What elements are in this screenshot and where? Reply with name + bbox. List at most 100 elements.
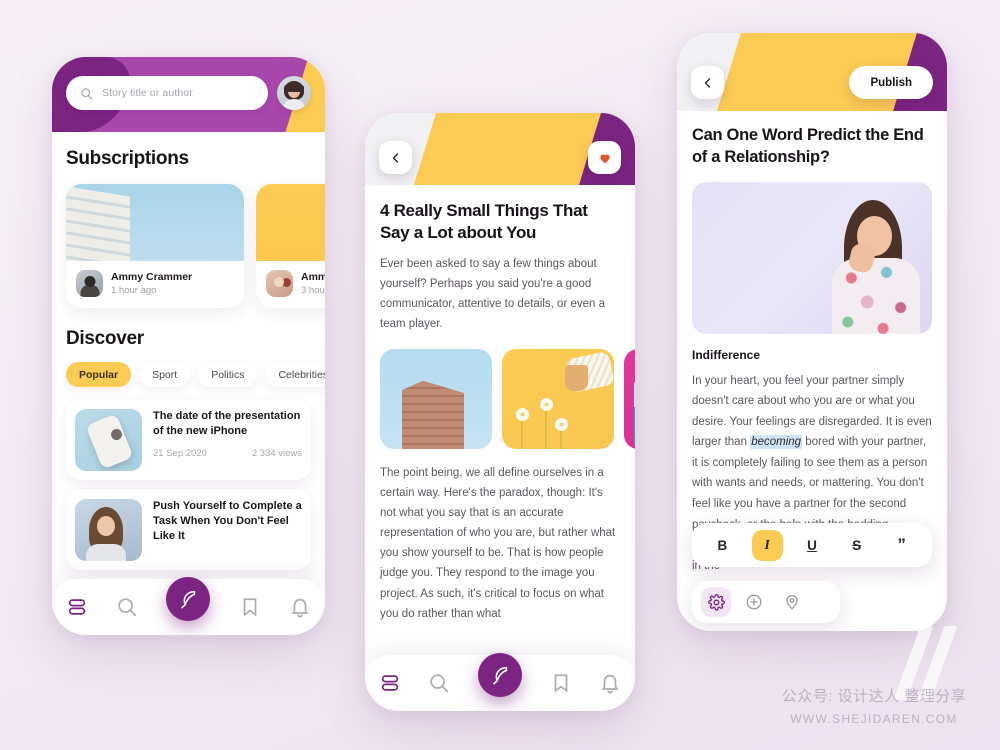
gear-icon [707,593,725,611]
formatting-toolbar: B I U S ” [692,523,932,567]
compose-button[interactable] [477,653,522,697]
watermark-slash [893,626,934,700]
gallery-image-pink[interactable] [624,348,635,449]
post-time: 3 hour [301,285,325,296]
chevron-left-icon [392,152,398,163]
gallery-image-daisies[interactable] [502,348,614,449]
article-list: The date of the presentation of the new … [66,400,311,570]
article-title: Push Yourself to Complete a Task When Yo… [153,500,302,543]
heart-icon [599,154,610,163]
article-lead: Ever been asked to say a few things abou… [380,258,606,330]
daisy-shape [516,407,529,421]
back-button[interactable] [379,141,412,174]
tab-politics[interactable]: Politics [198,362,258,387]
phone-shape [85,413,134,470]
quill-pen-icon [493,666,508,685]
daisy-shape [555,417,568,431]
phone-mockup-article: 4 Really Small Things That Say a Lot abo… [365,113,635,711]
avatar-fringe [284,83,304,93]
discover-title: Discover [66,328,144,349]
subscription-thumbnail-building [66,184,244,261]
subscription-card[interactable]: Ammy Crammer 1 hour ago [66,184,244,308]
gallery-image-flatiron[interactable] [380,348,492,449]
watermark-chinese: 公众号: 设计达人 整理分享 [781,688,967,705]
article-paragraph: The point being, we all define ourselves… [380,466,616,620]
settings-button[interactable] [701,587,731,617]
subscription-meta: Ammy 3 hour [256,261,325,308]
cup-shape [565,364,588,391]
plus-circle-icon [746,594,762,610]
top-shape [85,544,126,561]
bell-icon[interactable] [289,596,311,618]
watermark-url: WWW.SHEJIDAREN.COM [790,712,958,726]
highlighted-word[interactable]: becoming [750,435,803,450]
feed-icon[interactable] [66,596,88,618]
article-gallery [380,348,635,449]
author-name: Ammy [301,271,325,283]
bell-icon[interactable] [599,672,621,694]
location-button[interactable] [777,587,807,617]
post-time: 1 hour ago [111,285,157,296]
search-placeholder: Story title or author [102,87,193,99]
editor-title[interactable]: Can One Word Predict the End of a Relati… [692,125,932,169]
add-button[interactable] [739,587,769,617]
compose-button[interactable] [166,577,211,621]
phone-mockup-feed: Story title or author Subscriptions Ammy… [52,57,325,635]
article-thumbnail-iphone [75,409,142,471]
building-shape [66,185,130,261]
search-icon[interactable] [116,596,138,618]
tab-sport[interactable]: Sport [139,362,191,387]
search-icon [81,87,93,99]
avatar[interactable] [277,76,311,110]
author-avatar [76,270,103,297]
italic-button[interactable]: I [751,529,783,561]
tab-popular[interactable]: Popular [66,362,132,387]
bookmark-icon[interactable] [550,672,572,694]
floral-dress-shape [832,257,920,334]
insert-toolbar [692,581,840,623]
daisy-shape [540,397,553,411]
subscription-meta: Ammy Crammer 1 hour ago [66,261,244,308]
favorite-button[interactable] [588,141,621,174]
tab-celebrities[interactable]: Celebrities [265,362,325,387]
subscription-card[interactable]: Ammy 3 hour [256,184,325,308]
subscriptions-title: Subscriptions [66,148,189,169]
subscription-thumbnail-flowers [256,184,325,261]
phone-mockup-editor: Publish Can One Word Predict the End of … [677,33,947,631]
watermark-slash [917,626,958,700]
article-row[interactable]: The date of the presentation of the new … [66,400,311,480]
chevron-left-icon [704,77,710,88]
article-meta: 21 Sep 2020 2 334 views [153,448,302,459]
bookmark-icon[interactable] [239,596,261,618]
location-pin-icon [786,595,798,610]
discover-tabs: Popular Sport Politics Celebrities [66,362,325,387]
section-heading: Indifference [692,347,761,362]
publish-button[interactable]: Publish [849,66,933,99]
feed-icon[interactable] [379,672,401,694]
bottom-navigation [365,653,635,711]
article-thumbnail-woman [75,499,142,561]
phone2-content: 4 Really Small Things That Say a Lot abo… [365,185,635,711]
back-button[interactable] [691,66,724,99]
underline-button[interactable]: U [796,530,827,561]
watermark: 公众号: 设计达人 整理分享 WWW.SHEJIDAREN.COM [766,624,982,736]
bottom-navigation [52,577,325,635]
search-input[interactable]: Story title or author [66,76,268,110]
search-icon[interactable] [428,672,450,694]
author-name: Ammy Crammer [111,271,193,283]
search-row: Story title or author [66,76,311,110]
bold-button[interactable]: B [707,530,738,561]
article-row[interactable]: Push Yourself to Complete a Task When Yo… [66,490,311,570]
article-views: 2 334 views [251,448,302,460]
pink-strip-shape [634,378,635,449]
article-title: 4 Really Small Things That Say a Lot abo… [380,201,588,243]
strikethrough-button[interactable]: S [841,530,872,561]
quill-pen-icon [181,590,196,609]
flatiron-shape [402,380,464,449]
avatar-body [282,99,306,110]
phone1-content: Subscriptions Ammy Crammer 1 hour ago Am… [52,132,325,635]
author-avatar [266,270,293,297]
quote-button[interactable]: ” [886,530,917,561]
subscriptions-list: Ammy Crammer 1 hour ago Ammy 3 hour [66,184,325,308]
hero-image[interactable] [692,181,932,334]
